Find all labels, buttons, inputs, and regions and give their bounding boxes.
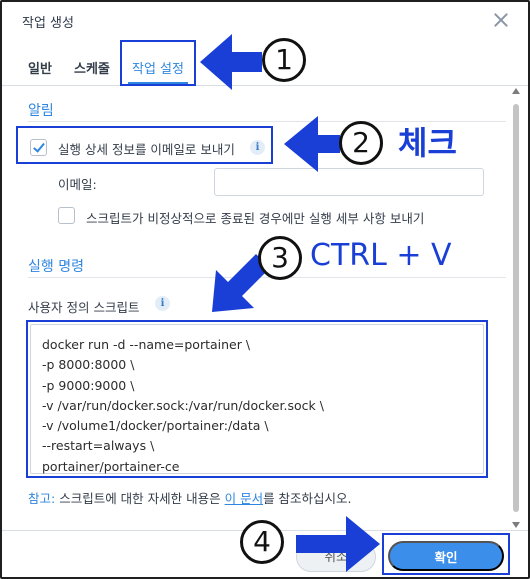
- abnormal-only-label[interactable]: 스크립트가 비정상적으로 종료된 경우에만 실행 세부 사항 보내기: [86, 208, 424, 227]
- step-number-badge: 1: [262, 38, 306, 82]
- script-line: -p 9000:9000 \: [42, 377, 135, 393]
- annotation-check-text: 체크: [398, 124, 457, 162]
- abnormal-only-checkbox[interactable]: [58, 207, 75, 224]
- documentation-link[interactable]: 이 문서: [225, 491, 263, 506]
- script-line: portainer/portainer-ce: [42, 458, 180, 474]
- dialog-titlebar: 작업 생성: [2, 2, 528, 40]
- note-prefix: 참고:: [28, 491, 56, 506]
- checkmark-icon: [33, 140, 45, 153]
- step-number-badge: 4: [240, 520, 284, 564]
- step-number-badge: 2: [339, 121, 383, 165]
- highlight-box-tab: [120, 40, 196, 86]
- tab-schedule[interactable]: 스케줄: [74, 58, 110, 77]
- annotation-paste-text: CTRL + V: [310, 238, 452, 273]
- script-textarea[interactable]: docker run -d --name=portainer \ -p 8000…: [30, 324, 484, 474]
- email-input[interactable]: [214, 168, 484, 196]
- script-line: -v /var/run/docker.sock:/var/run/docker.…: [42, 397, 324, 413]
- info-icon[interactable]: [250, 140, 265, 155]
- section-title-run-command: 실행 명령: [28, 259, 84, 275]
- dialog-title: 작업 생성: [22, 16, 74, 31]
- scroll-thumb[interactable]: [513, 104, 519, 512]
- script-line: -p 8000:8000 \: [42, 357, 135, 373]
- email-label: 이메일:: [58, 177, 97, 192]
- scrollbar[interactable]: [512, 88, 520, 528]
- send-details-label[interactable]: 실행 상세 정보를 이메일로 보내기: [58, 139, 235, 158]
- close-icon[interactable]: [492, 11, 510, 29]
- reference-note: 참고: 스크립트에 대한 자세한 내용은 이 문서를 참조하십시오.: [28, 488, 352, 507]
- scroll-up-icon[interactable]: [512, 88, 520, 94]
- script-line: -v /volume1/docker/portainer:/data \: [42, 418, 269, 434]
- note-text-end: 를 참조하십시오.: [263, 491, 352, 506]
- send-details-checkbox[interactable]: [30, 139, 47, 156]
- cancel-button[interactable]: 취소: [296, 542, 376, 572]
- script-line: --restart=always \: [42, 438, 155, 454]
- tab-general[interactable]: 일반: [28, 58, 52, 77]
- step-number-badge: 3: [258, 236, 302, 280]
- section-divider: [28, 277, 506, 278]
- info-icon[interactable]: [155, 296, 170, 311]
- ok-button[interactable]: 확인: [388, 541, 504, 571]
- script-label: 사용자 정의 스크립트: [28, 300, 140, 315]
- script-line: docker run -d --name=portainer \: [42, 337, 251, 352]
- scroll-down-icon[interactable]: [512, 522, 520, 528]
- section-title-notification: 알림: [28, 103, 54, 119]
- note-text: 스크립트에 대한 자세한 내용은: [55, 491, 225, 506]
